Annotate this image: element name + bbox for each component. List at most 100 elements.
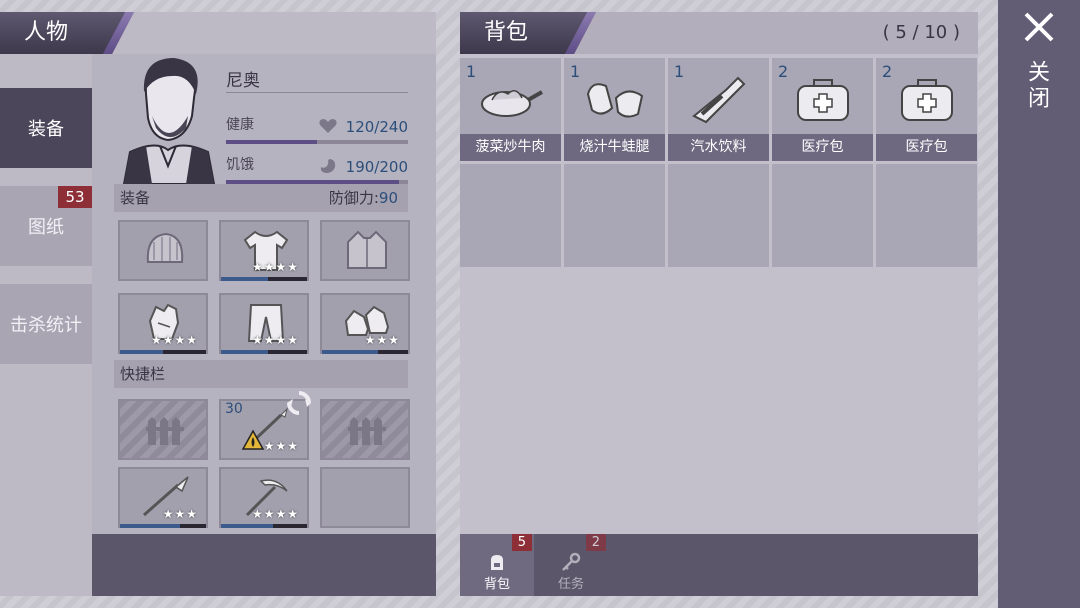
backpack-capacity: ( 5 / 10 ) <box>882 22 960 43</box>
name-divider <box>226 92 408 93</box>
hunger-label: 饥饿 <box>226 157 254 173</box>
item-count: 2 <box>882 62 893 81</box>
tab-equipment[interactable]: 装备 <box>0 88 92 168</box>
durability-fill <box>221 277 269 281</box>
durability-bar <box>120 350 206 354</box>
hotbar-section-header: 快捷栏 <box>114 360 408 388</box>
item-count: 1 <box>674 62 685 81</box>
character-name: 尼奥 <box>226 71 260 91</box>
fence-placeholder-icon <box>348 417 386 445</box>
hotbar-slot-empty[interactable] <box>320 467 410 528</box>
health-label: 健康 <box>226 117 254 133</box>
equip-slot-legs[interactable]: ★★★★ <box>219 293 309 354</box>
item-name: 烧汁牛蛙腿 <box>564 134 665 161</box>
medkit-icon <box>797 79 849 121</box>
health-stat: 健康 120/240 <box>226 114 408 148</box>
hotbar-slot-burning-spear[interactable]: 30 ★★★ <box>219 391 311 460</box>
star-rating: ★★★★ <box>150 333 198 347</box>
medkit-icon <box>901 79 953 121</box>
character-panel: 人物 装备 53 图纸 击杀统计 尼奥 健康 120/240 饥饿 190/20… <box>0 12 436 596</box>
character-footer <box>92 534 436 596</box>
quests-badge: 2 <box>585 534 606 551</box>
star-rating: ★★★ <box>162 507 198 521</box>
equip-slot-body[interactable]: ★★★★ <box>219 220 309 281</box>
star-rating: ★★★★ <box>251 507 299 521</box>
item-count: 1 <box>466 62 477 81</box>
star-rating: ★★★★ <box>251 260 299 274</box>
jacket-icon <box>347 230 387 269</box>
close-icon[interactable] <box>1022 10 1056 44</box>
hunger-stat: 饥饿 190/200 <box>226 154 408 188</box>
bag-item[interactable]: 2 医疗包 <box>772 58 873 161</box>
close-strip[interactable]: 关闭 <box>998 0 1080 608</box>
durability-bar <box>322 350 408 354</box>
key-icon <box>562 552 581 571</box>
bag-empty-slot[interactable] <box>876 164 977 267</box>
health-bar <box>226 140 408 144</box>
tab-quests-label: 任务 <box>557 577 584 592</box>
bag-item[interactable]: 2 医疗包 <box>876 58 977 161</box>
durability-bar <box>221 277 307 281</box>
bag-item[interactable]: 1 汽水饮料 <box>668 58 769 161</box>
character-details: 尼奥 健康 120/240 饥饿 190/200 装备 防御力:90 ★★★★ … <box>92 54 436 534</box>
durability-fill <box>221 350 269 354</box>
durability-fill <box>221 524 273 528</box>
close-label[interactable]: 关闭 <box>1024 60 1052 112</box>
backpack-panel-title: 背包 <box>460 12 596 54</box>
durability-bar <box>120 524 206 528</box>
bag-empty-slot[interactable] <box>772 164 873 267</box>
durability-bar <box>221 524 307 528</box>
soda-bottle-icon <box>692 76 746 124</box>
backpack-badge: 5 <box>511 534 532 551</box>
health-bar-fill <box>226 140 317 144</box>
equip-slot-feet[interactable]: ★★★ <box>320 293 410 354</box>
defense-label: 防御力: <box>328 189 379 207</box>
durability-fill <box>120 524 181 528</box>
equipment-section-title: 装备 <box>120 189 151 207</box>
blueprints-badge: 53 <box>58 186 92 208</box>
hotbar-slot-pickaxe[interactable]: ★★★★ <box>219 467 309 528</box>
character-panel-title: 人物 <box>0 12 134 54</box>
bag-empty-slot[interactable] <box>460 164 561 267</box>
equipment-section-header: 装备 防御力:90 <box>114 184 408 212</box>
tab-backpack[interactable]: 5 背包 <box>460 534 534 596</box>
tab-backpack-label: 背包 <box>483 577 510 592</box>
item-count: 1 <box>570 62 581 81</box>
equip-slot-outerwear[interactable] <box>320 220 410 281</box>
durability-fill <box>120 350 163 354</box>
tab-blueprints[interactable]: 53 图纸 <box>0 186 92 266</box>
equip-slot-hands[interactable]: ★★★★ <box>118 293 208 354</box>
tab-equipment-label: 装备 <box>28 119 64 140</box>
hotbar-slot-locked <box>118 399 208 460</box>
hotbar-slot-spear[interactable]: ★★★ <box>118 467 208 528</box>
tab-quests[interactable]: 2 任务 <box>534 534 608 596</box>
hotbar-section-title: 快捷栏 <box>120 365 166 383</box>
backpack-icon <box>491 555 503 570</box>
frog-legs-icon <box>586 83 644 118</box>
bag-item[interactable]: 1 菠菜炒牛肉 <box>460 58 561 161</box>
equip-slot-head[interactable] <box>118 220 208 281</box>
heart-icon <box>319 119 337 133</box>
item-count: 2 <box>778 62 789 81</box>
star-rating: ★★★★ <box>251 333 299 347</box>
item-name: 菠菜炒牛肉 <box>460 134 561 161</box>
hotbar-slot-locked <box>320 399 410 460</box>
bag-item[interactable]: 1 烧汁牛蛙腿 <box>564 58 665 161</box>
item-name: 医疗包 <box>772 134 873 161</box>
tab-kill-stats[interactable]: 击杀统计 <box>0 284 92 364</box>
bag-empty-slot[interactable] <box>668 164 769 267</box>
character-portrait <box>122 58 216 184</box>
stirfry-pan-icon <box>481 90 543 117</box>
star-rating: ★★★ <box>263 439 299 453</box>
star-rating: ★★★ <box>364 333 400 347</box>
stomach-icon <box>320 159 336 173</box>
backpack-footer-tabs: 5 背包 2 任务 <box>460 534 978 596</box>
item-name: 医疗包 <box>876 134 977 161</box>
bag-empty-slot[interactable] <box>564 164 665 267</box>
defense-value: 90 <box>378 189 398 207</box>
hunger-value: 190/200 <box>345 158 408 176</box>
fence-placeholder-icon <box>146 417 184 445</box>
tab-blueprints-label: 图纸 <box>28 217 64 238</box>
durability-bar <box>221 350 307 354</box>
item-name: 汽水饮料 <box>668 134 769 161</box>
